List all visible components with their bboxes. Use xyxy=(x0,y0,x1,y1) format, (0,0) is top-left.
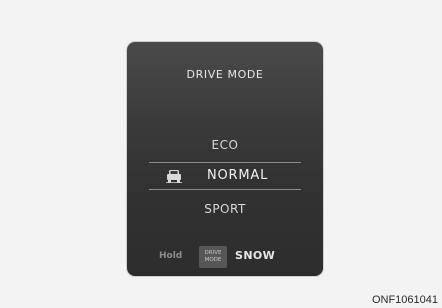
mode-sport[interactable]: SPORT xyxy=(127,202,323,216)
drive-mode-button-line2: MODE xyxy=(204,257,222,263)
drive-mode-panel: DRIVE MODE ECO NORMAL SPORT Hold DRIVE M… xyxy=(127,42,323,276)
drive-mode-button[interactable]: DRIVE MODE xyxy=(199,246,227,268)
mode-normal-selected[interactable]: NORMAL xyxy=(149,162,301,190)
car-icon xyxy=(166,170,182,183)
snow-label: SNOW xyxy=(235,249,276,262)
mode-eco[interactable]: ECO xyxy=(127,138,323,152)
hold-instruction: Hold DRIVE MODE SNOW xyxy=(127,245,323,269)
figure-code: ONF1061041 xyxy=(371,294,438,306)
drive-mode-button-line1: DRIVE xyxy=(204,250,222,256)
panel-title: DRIVE MODE xyxy=(186,68,264,81)
hold-label: Hold xyxy=(159,251,183,261)
mode-normal-label: NORMAL xyxy=(207,168,269,183)
